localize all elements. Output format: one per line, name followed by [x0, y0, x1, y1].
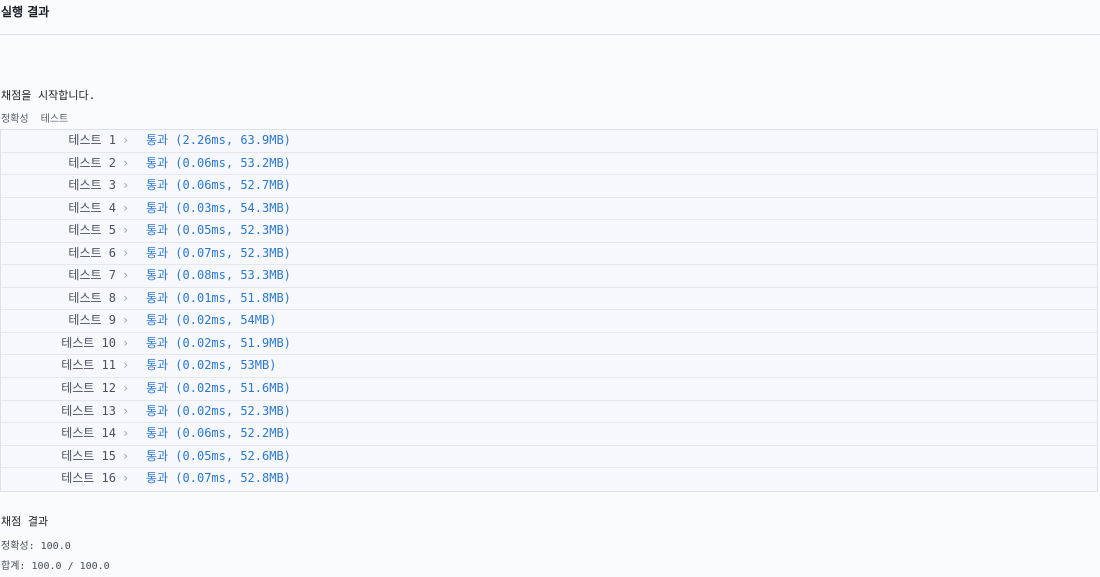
test-case-label: 테스트 15	[61, 448, 116, 463]
test-case-result: 통과 (0.02ms, 51.6MB)	[146, 381, 291, 396]
chevron-right-icon: ›	[122, 133, 130, 147]
test-case-result: 통과 (0.05ms, 52.3MB)	[146, 223, 291, 238]
test-group-label: 정확성 테스트	[1, 114, 69, 125]
test-result-row: 테스트 12 › 통과 (0.02ms, 51.6MB)	[1, 378, 1097, 401]
chevron-right-icon: ›	[122, 245, 130, 260]
chevron-right-icon: ›	[122, 358, 130, 373]
test-case-result: 통과 (0.07ms, 52.8MB)	[146, 471, 291, 486]
test-results-table: 테스트 1 › 통과 (2.26ms, 63.9MB) 테스트 2 › 통과 (0.06m…	[0, 129, 1098, 492]
chevron-right-icon: ›	[122, 178, 130, 193]
chevron-right-icon: ›	[122, 223, 130, 238]
test-result-row: 테스트 15 › 통과 (0.05ms, 52.6MB)	[1, 446, 1097, 469]
grading-summary-title: 채점 결과	[1, 515, 49, 528]
chevron-right-icon: ›	[122, 448, 130, 463]
test-case-label: 테스트 6	[68, 245, 116, 260]
chevron-right-icon: ›	[122, 471, 130, 486]
test-case-result: 통과 (0.01ms, 51.8MB)	[146, 290, 291, 305]
test-case-label: 테스트 3	[68, 178, 116, 193]
accuracy-score: 정확성: 100.0	[1, 541, 71, 552]
test-case-result: 통과 (0.05ms, 52.6MB)	[146, 448, 291, 463]
test-result-row: 테스트 6 › 통과 (0.07ms, 52.3MB)	[1, 243, 1097, 266]
chevron-right-icon: ›	[122, 335, 130, 350]
test-result-row: 테스트 1 › 통과 (2.26ms, 63.9MB)	[1, 130, 1097, 153]
test-case-result: 통과 (0.07ms, 52.3MB)	[146, 245, 291, 260]
panel-title: 실행 결과	[1, 5, 50, 19]
test-case-result: 통과 (0.06ms, 52.2MB)	[146, 426, 291, 441]
test-case-result: 통과 (0.02ms, 54MB)	[146, 313, 277, 328]
chevron-right-icon: ›	[122, 403, 130, 418]
panel-header: 실행 결과	[0, 0, 1100, 35]
test-result-row: 테스트 10 › 통과 (0.02ms, 51.9MB)	[1, 333, 1097, 356]
test-case-result: 통과 (0.02ms, 51.9MB)	[146, 335, 291, 350]
test-result-row: 테스트 4 › 통과 (0.03ms, 54.3MB)	[1, 198, 1097, 221]
test-case-label: 테스트 7	[68, 268, 116, 283]
test-result-row: 테스트 2 › 통과 (0.06ms, 53.2MB)	[1, 153, 1097, 176]
chevron-right-icon: ›	[122, 313, 130, 328]
test-case-label: 테스트 1	[68, 133, 116, 147]
test-case-label: 테스트 13	[61, 403, 116, 418]
grading-start-message: 채점을 시작합니다.	[1, 89, 96, 102]
test-case-result: 통과 (0.02ms, 52.3MB)	[146, 403, 291, 418]
test-case-label: 테스트 2	[68, 155, 116, 170]
test-case-label: 테스트 12	[61, 381, 116, 396]
test-case-label: 테스트 16	[61, 471, 116, 486]
chevron-right-icon: ›	[122, 155, 130, 170]
test-case-label: 테스트 9	[68, 313, 116, 328]
test-case-result: 통과 (0.06ms, 52.7MB)	[146, 178, 291, 193]
test-case-label: 테스트 8	[68, 290, 116, 305]
test-case-label: 테스트 5	[68, 223, 116, 238]
test-result-row: 테스트 8 › 통과 (0.01ms, 51.8MB)	[1, 288, 1097, 311]
test-result-row: 테스트 7 › 통과 (0.08ms, 53.3MB)	[1, 265, 1097, 288]
chevron-right-icon: ›	[122, 200, 130, 215]
test-case-label: 테스트 11	[61, 358, 116, 373]
test-case-label: 테스트 14	[61, 426, 116, 441]
test-result-row: 테스트 14 › 통과 (0.06ms, 52.2MB)	[1, 423, 1097, 446]
test-case-result: 통과 (0.06ms, 53.2MB)	[146, 155, 291, 170]
test-case-result: 통과 (0.08ms, 53.3MB)	[146, 268, 291, 283]
chevron-right-icon: ›	[122, 268, 130, 283]
test-result-row: 테스트 9 › 통과 (0.02ms, 54MB)	[1, 310, 1097, 333]
test-result-row: 테스트 3 › 통과 (0.06ms, 52.7MB)	[1, 175, 1097, 198]
test-result-row: 테스트 16 › 통과 (0.07ms, 52.8MB)	[1, 468, 1097, 491]
test-case-result: 통과 (2.26ms, 63.9MB)	[146, 133, 291, 147]
chevron-right-icon: ›	[122, 426, 130, 441]
test-case-label: 테스트 10	[61, 335, 116, 350]
chevron-right-icon: ›	[122, 381, 130, 396]
chevron-right-icon: ›	[122, 290, 130, 305]
test-result-row: 테스트 13 › 통과 (0.02ms, 52.3MB)	[1, 401, 1097, 424]
test-case-result: 통과 (0.03ms, 54.3MB)	[146, 200, 291, 215]
test-case-result: 통과 (0.02ms, 53MB)	[146, 358, 277, 373]
total-score: 합계: 100.0 / 100.0	[1, 561, 110, 572]
test-result-row: 테스트 5 › 통과 (0.05ms, 52.3MB)	[1, 220, 1097, 243]
test-case-label: 테스트 4	[68, 200, 116, 215]
test-result-row: 테스트 11 › 통과 (0.02ms, 53MB)	[1, 355, 1097, 379]
